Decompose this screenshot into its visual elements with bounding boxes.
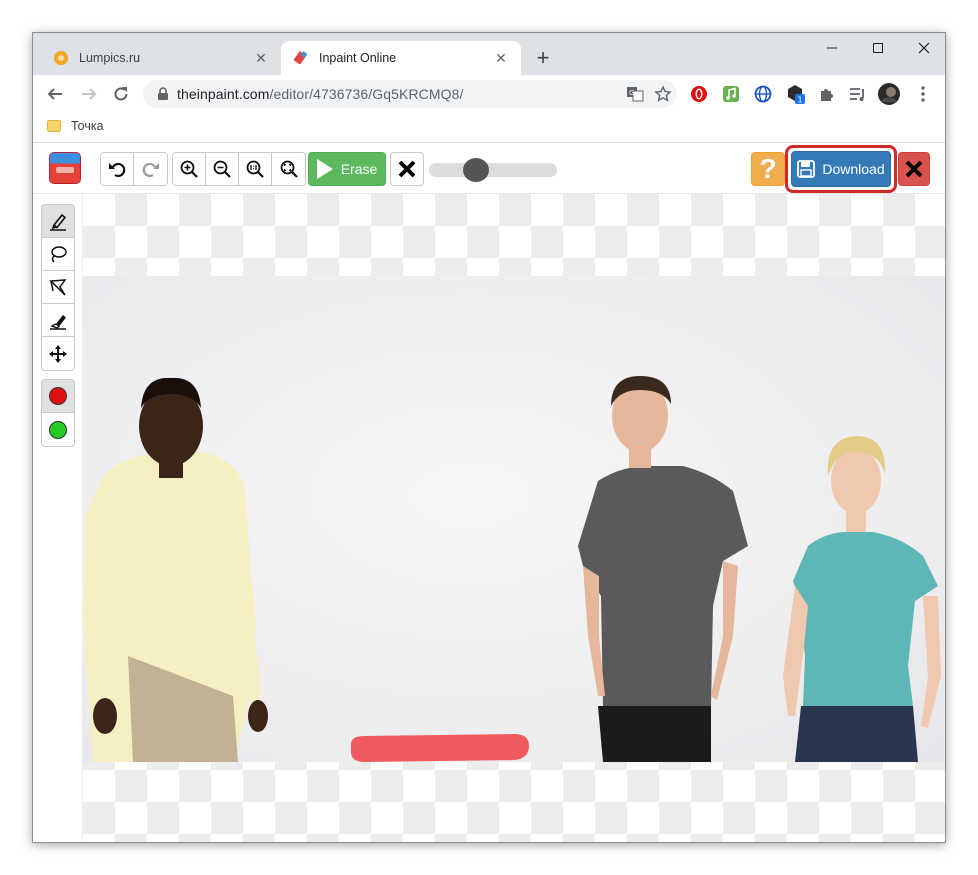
url-path: /editor/4736736/Gq5KRCMQ8/ <box>269 86 464 102</box>
back-arrow-icon[interactable] <box>41 80 69 108</box>
redo-button[interactable] <box>134 153 167 185</box>
lasso-icon <box>51 246 67 263</box>
editor-toolbar: Erase ? Download <box>33 144 945 194</box>
reload-icon[interactable] <box>107 80 135 108</box>
inpaint-eraser-icon <box>293 50 309 66</box>
redo-icon <box>142 162 159 178</box>
tab-inpaint[interactable]: Inpaint Online ✕ <box>281 41 521 75</box>
red-mask-stroke <box>351 734 529 762</box>
profile-avatar[interactable] <box>877 82 901 106</box>
marker-tool[interactable] <box>42 205 74 238</box>
help-button[interactable]: ? <box>751 152 785 186</box>
box-extension-icon[interactable]: 1 <box>783 82 807 106</box>
bookmark-star-icon[interactable] <box>649 80 677 108</box>
zoom-in-button[interactable] <box>173 153 206 185</box>
bookmark-label: Точка <box>71 119 104 133</box>
editor-canvas[interactable] <box>83 194 945 842</box>
brush-size-slider[interactable] <box>429 158 557 182</box>
tab-strip: Lumpics.ru ✕ Inpaint Online ✕ + <box>33 33 945 75</box>
green-circle-icon <box>49 420 67 439</box>
selection-tools <box>41 204 75 371</box>
bookmark-folder[interactable]: Точка <box>47 119 104 133</box>
tab-title: Lumpics.ru <box>79 51 141 65</box>
person-right-illustration <box>783 436 941 762</box>
download-label: Download <box>822 161 885 177</box>
new-tab-button[interactable]: + <box>531 47 555 71</box>
opera-extension-icon[interactable] <box>687 82 711 106</box>
inpaint-editor: Erase ? Download <box>33 144 945 842</box>
close-editor-button[interactable] <box>898 152 930 186</box>
zoom-out-icon <box>213 160 231 178</box>
zoom-group <box>172 152 306 186</box>
actual-size-button[interactable] <box>239 153 272 185</box>
clear-selection-button[interactable] <box>390 152 424 186</box>
red-circle-icon <box>49 387 67 405</box>
actual-size-icon <box>246 160 264 178</box>
svg-text:G: G <box>629 89 634 97</box>
browser-toolbar: theinpaint.com/editor/4736736/Gq5KRCMQ8/… <box>33 75 945 113</box>
slider-knob[interactable] <box>463 158 489 182</box>
erase-button[interactable]: Erase <box>308 152 386 186</box>
red-marker-color[interactable] <box>42 380 74 413</box>
extension-badge: 1 <box>798 96 803 105</box>
minimize-icon[interactable] <box>809 33 855 63</box>
puzzle-extensions-icon[interactable] <box>815 82 839 106</box>
media-queue-icon[interactable] <box>845 82 869 106</box>
url-host: theinpaint.com <box>177 86 270 102</box>
marker-icon <box>50 213 67 231</box>
browser-window: Lumpics.ru ✕ Inpaint Online ✕ + theinpai… <box>32 32 946 843</box>
undo-icon <box>109 162 126 178</box>
photo-people-illustration <box>83 376 941 762</box>
x-icon <box>905 160 923 178</box>
zoom-in-icon <box>180 160 198 178</box>
fit-screen-icon <box>280 160 298 178</box>
lock-icon[interactable] <box>149 87 177 101</box>
music-extension-icon[interactable] <box>719 82 743 106</box>
translate-icon[interactable]: G <box>621 80 649 108</box>
bookmarks-bar: Точка <box>33 113 945 143</box>
lasso-tool[interactable] <box>42 238 74 271</box>
eraser-tool[interactable] <box>42 304 74 337</box>
save-disk-icon <box>797 160 816 178</box>
tool-palette <box>33 194 83 842</box>
close-window-icon[interactable] <box>901 33 945 63</box>
globe-extension-icon[interactable] <box>751 82 775 106</box>
address-bar[interactable]: theinpaint.com/editor/4736736/Gq5KRCMQ8/… <box>143 80 677 108</box>
polygon-lasso-icon <box>49 279 67 296</box>
folder-icon <box>47 120 61 132</box>
zoom-out-button[interactable] <box>206 153 239 185</box>
marker-color-tools <box>41 379 75 447</box>
orange-circle-icon <box>53 50 69 66</box>
tab-lumpics[interactable]: Lumpics.ru ✕ <box>41 41 281 75</box>
eraser-icon <box>50 315 66 330</box>
download-button[interactable]: Download <box>791 151 891 187</box>
url-text[interactable]: theinpaint.com/editor/4736736/Gq5KRCMQ8/ <box>177 86 621 102</box>
move-tool[interactable] <box>42 337 74 370</box>
close-tab-icon[interactable]: ✕ <box>253 50 269 66</box>
close-tab-icon[interactable]: ✕ <box>493 50 509 66</box>
maximize-icon[interactable] <box>855 33 901 63</box>
fit-screen-button[interactable] <box>272 153 305 185</box>
move-arrows-icon <box>49 344 67 363</box>
more-menu-icon[interactable] <box>911 82 935 106</box>
green-marker-color[interactable] <box>42 413 74 446</box>
play-icon <box>316 159 333 179</box>
inpaint-logo[interactable] <box>49 152 81 184</box>
person-left-illustration <box>83 377 268 762</box>
x-icon <box>398 160 416 178</box>
photo-image[interactable] <box>83 276 945 762</box>
history-group <box>100 152 168 186</box>
undo-button[interactable] <box>101 153 134 185</box>
person-center-illustration <box>578 376 748 762</box>
polygon-lasso-tool[interactable] <box>42 271 74 304</box>
erase-label: Erase <box>340 161 378 177</box>
tab-title: Inpaint Online <box>319 51 397 65</box>
forward-arrow-icon[interactable] <box>75 80 103 108</box>
